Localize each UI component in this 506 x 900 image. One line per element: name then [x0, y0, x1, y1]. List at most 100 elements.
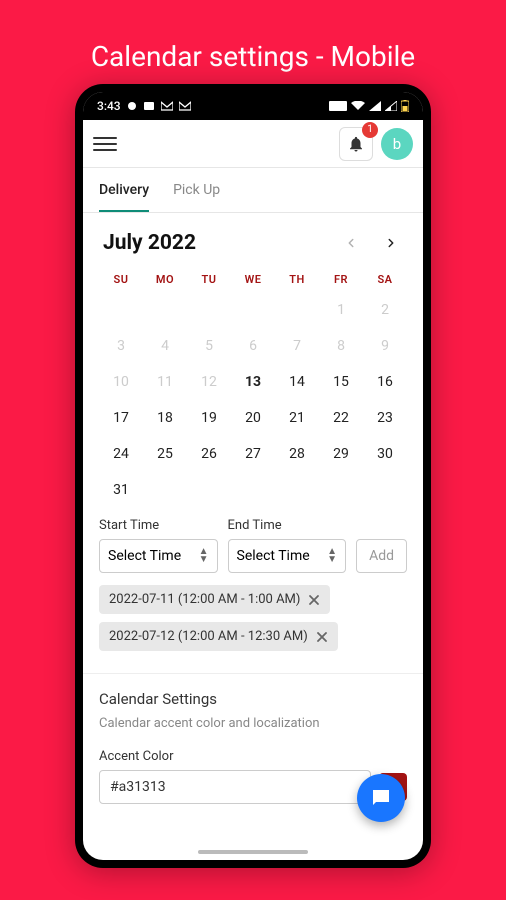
- gmail-icon: [179, 101, 191, 111]
- add-button[interactable]: Add: [356, 539, 407, 573]
- notification-badge: 1: [362, 122, 378, 138]
- calendar-day[interactable]: 6: [231, 334, 275, 358]
- calendar-day[interactable]: 23: [363, 406, 407, 430]
- accent-color-label: Accent Color: [99, 749, 407, 764]
- start-time-select[interactable]: Select Time ▲▼: [99, 539, 218, 573]
- signal-icon: [369, 101, 381, 111]
- accent-color-input[interactable]: [99, 770, 371, 804]
- day-of-week-header: TU: [187, 273, 231, 286]
- status-dot-icon: [127, 101, 137, 111]
- next-month-button[interactable]: [379, 231, 403, 255]
- calendar-day[interactable]: 11: [143, 370, 187, 394]
- calendar-day[interactable]: 19: [187, 406, 231, 430]
- time-row: Start Time Select Time ▲▼ End Time Selec…: [83, 512, 423, 585]
- app-header: 1 b: [83, 120, 423, 168]
- chevron-right-icon: [384, 236, 398, 250]
- status-app-icon: [143, 101, 155, 111]
- settings-title: Calendar Settings: [99, 690, 407, 708]
- calendar-day[interactable]: 22: [319, 406, 363, 430]
- calendar-day[interactable]: 20: [231, 406, 275, 430]
- calendar-day: [275, 478, 319, 502]
- calendar-day[interactable]: 13: [231, 370, 275, 394]
- tabs: Delivery Pick Up: [83, 168, 423, 213]
- page-title: Calendar settings - Mobile: [0, 0, 506, 73]
- calendar-day[interactable]: 17: [99, 406, 143, 430]
- time-slot-chip: 2022-07-12 (12:00 AM - 12:30 AM): [99, 622, 338, 651]
- calendar-day: [187, 298, 231, 322]
- start-time-label: Start Time: [99, 518, 218, 533]
- calendar-day[interactable]: 9: [363, 334, 407, 358]
- calendar-day: [275, 298, 319, 322]
- end-time-label: End Time: [228, 518, 347, 533]
- calendar-day[interactable]: 18: [143, 406, 187, 430]
- calendar-day[interactable]: 14: [275, 370, 319, 394]
- calendar-day[interactable]: 4: [143, 334, 187, 358]
- signal-icon: [385, 101, 397, 111]
- time-slots-list: 2022-07-11 (12:00 AM - 1:00 AM) 2022-07-1…: [83, 585, 423, 651]
- calendar-day: [319, 478, 363, 502]
- calendar-day[interactable]: 24: [99, 442, 143, 466]
- hamburger-icon[interactable]: [93, 132, 117, 156]
- calendar-day[interactable]: 2: [363, 298, 407, 322]
- calendar-day[interactable]: 16: [363, 370, 407, 394]
- battery-icon: [401, 100, 409, 112]
- calendar-day[interactable]: 30: [363, 442, 407, 466]
- calendar-day: [363, 478, 407, 502]
- calendar-day[interactable]: 10: [99, 370, 143, 394]
- gmail-icon: [161, 101, 173, 111]
- day-of-week-header: FR: [319, 273, 363, 286]
- tab-delivery[interactable]: Delivery: [99, 168, 149, 212]
- calendar-day[interactable]: 7: [275, 334, 319, 358]
- calendar-day[interactable]: 1: [319, 298, 363, 322]
- notifications-button[interactable]: 1: [339, 127, 373, 161]
- calendar-day: [231, 478, 275, 502]
- calendar-day[interactable]: 15: [319, 370, 363, 394]
- chevron-left-icon: [344, 236, 358, 250]
- calendar-day: [187, 478, 231, 502]
- calendar-day[interactable]: 31: [99, 478, 143, 502]
- calendar-day[interactable]: 3: [99, 334, 143, 358]
- calendar-day: [99, 298, 143, 322]
- calendar-day[interactable]: 8: [319, 334, 363, 358]
- calendar-day[interactable]: 28: [275, 442, 319, 466]
- prev-month-button[interactable]: [339, 231, 363, 255]
- statusbar: 3:43: [83, 92, 423, 120]
- calendar-day: [143, 478, 187, 502]
- phone-frame: 3:43 1 b: [75, 84, 431, 868]
- day-of-week-header: WE: [231, 273, 275, 286]
- day-of-week-header: SA: [363, 273, 407, 286]
- calendar-day[interactable]: 21: [275, 406, 319, 430]
- calendar-day[interactable]: 27: [231, 442, 275, 466]
- bell-icon: [347, 135, 365, 153]
- avatar[interactable]: b: [381, 128, 413, 160]
- time-slot-text: 2022-07-12 (12:00 AM - 12:30 AM): [109, 629, 308, 644]
- day-of-week-header: TH: [275, 273, 319, 286]
- tab-pickup[interactable]: Pick Up: [173, 168, 220, 212]
- chat-fab[interactable]: [357, 774, 405, 822]
- stepper-icon: ▲▼: [199, 548, 209, 564]
- chat-icon: [369, 786, 393, 810]
- calendar-day[interactable]: 26: [187, 442, 231, 466]
- end-time-value: Select Time: [237, 548, 310, 564]
- calendar-day[interactable]: 29: [319, 442, 363, 466]
- calendar-day[interactable]: 25: [143, 442, 187, 466]
- close-icon[interactable]: [308, 594, 320, 606]
- content-area: July 2022 SUMOTUWETHFRSA1234567891011121…: [83, 213, 423, 860]
- close-icon[interactable]: [316, 631, 328, 643]
- statusbar-time: 3:43: [97, 99, 121, 113]
- stepper-icon: ▲▼: [327, 548, 337, 564]
- time-slot-chip: 2022-07-11 (12:00 AM - 1:00 AM): [99, 585, 330, 614]
- settings-desc: Calendar accent color and localization: [99, 716, 407, 731]
- time-slot-text: 2022-07-11 (12:00 AM - 1:00 AM): [109, 592, 300, 607]
- home-indicator: [198, 850, 308, 854]
- calendar-day: [231, 298, 275, 322]
- calendar-day[interactable]: 5: [187, 334, 231, 358]
- start-time-value: Select Time: [108, 548, 181, 564]
- day-of-week-header: MO: [143, 273, 187, 286]
- end-time-select[interactable]: Select Time ▲▼: [228, 539, 347, 573]
- calendar-month-title: July 2022: [103, 231, 196, 255]
- calendar-day: [143, 298, 187, 322]
- calendar-day[interactable]: 12: [187, 370, 231, 394]
- calendar: July 2022 SUMOTUWETHFRSA1234567891011121…: [83, 213, 423, 512]
- wifi-icon: [351, 101, 365, 111]
